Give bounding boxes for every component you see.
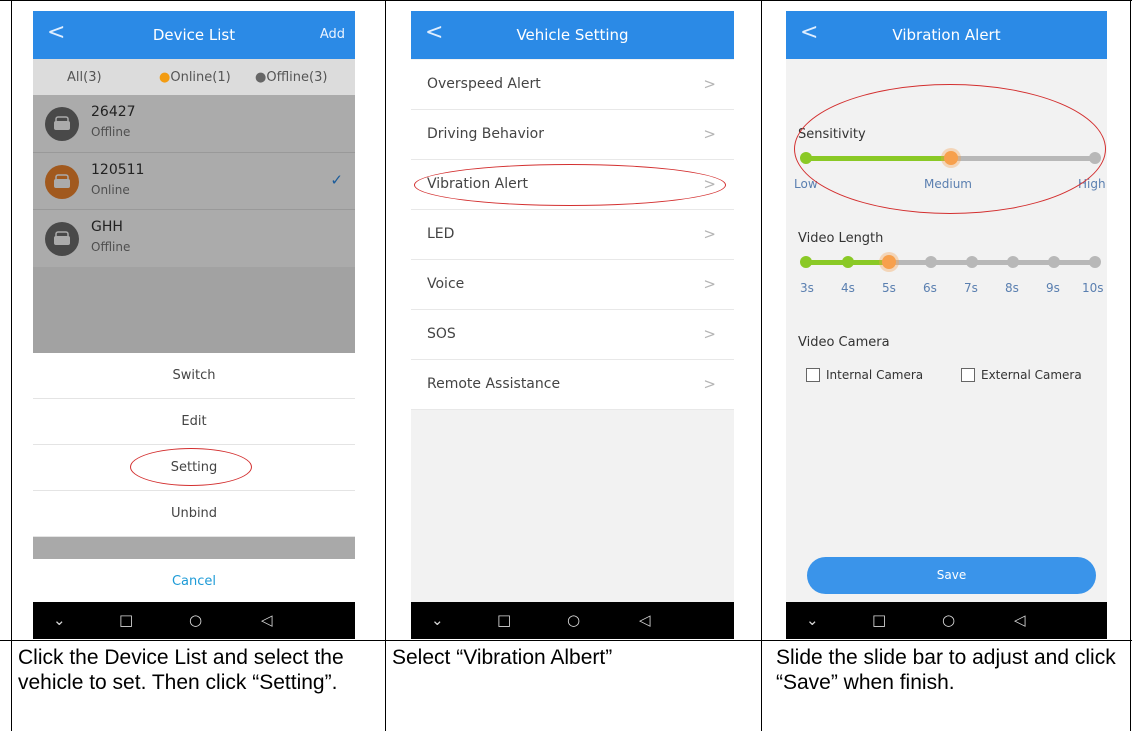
table-border [1130,0,1131,731]
table-border [0,640,1132,641]
tick-label: 6s [923,281,937,295]
page-title: Device List [152,26,236,44]
tick-label: 7s [964,281,978,295]
sheet-edit-button[interactable]: Edit [33,399,355,445]
setting-overspeed-alert[interactable]: Overspeed Alert > [411,60,734,110]
circle-icon[interactable]: ○ [567,611,580,629]
tab-all[interactable]: All(3) [67,70,102,85]
app-header: < Device List Add [33,11,355,59]
video-length-thumb[interactable] [882,255,896,269]
caption-step-2: Select “Vibration Albert” [392,646,613,669]
caption-step-3: Slide the slide bar to adjust and click … [776,646,1116,694]
page-title: Vibration Alert [892,26,1001,44]
tick-label: 10s [1082,281,1104,295]
chevron-down-icon[interactable]: ⌄ [53,611,66,629]
highlight-ellipse [794,84,1106,214]
chevron-right-icon: > [703,325,716,343]
setting-sos[interactable]: SOS > [411,310,734,360]
sheet-divider [33,537,355,559]
app-header: < Vehicle Setting [411,11,734,59]
page-title: Vehicle Setting [516,26,629,44]
save-button[interactable]: Save [807,557,1096,594]
square-icon[interactable]: □ [872,611,886,629]
circle-icon[interactable]: ○ [189,611,202,629]
tab-online[interactable]: ●Online(1) [159,70,231,85]
setting-driving-behavior[interactable]: Driving Behavior > [411,110,734,160]
square-icon[interactable]: □ [497,611,511,629]
slider-stop [966,256,978,268]
slider-stop [842,256,854,268]
android-nav-bar: ⌄ □ ○ ◁ [786,602,1107,639]
offline-dot-icon: ● [255,70,267,85]
caption-step-1: Click the Device List and select the veh… [18,646,344,694]
video-length-label: Video Length [798,231,884,246]
chevron-right-icon: > [703,375,716,393]
video-camera-label: Video Camera [798,335,890,350]
chevron-right-icon: > [703,225,716,243]
online-dot-icon: ● [159,70,171,85]
slider-stop [1089,256,1101,268]
checkbox-label: Internal Camera [826,368,924,382]
slider-stop [925,256,937,268]
chevron-right-icon: > [703,125,716,143]
tick-label: 5s [882,281,896,295]
slider-stop [1048,256,1060,268]
triangle-back-icon[interactable]: ◁ [261,611,273,629]
slider-stop [800,256,812,268]
tick-label: 4s [841,281,855,295]
dim-overlay [33,95,355,353]
internal-camera-checkbox[interactable] [806,368,820,382]
tick-label: 9s [1046,281,1060,295]
cancel-button[interactable]: Cancel [33,559,355,604]
circle-icon[interactable]: ○ [942,611,955,629]
android-nav-bar: ⌄ □ ○ ◁ [33,602,355,639]
triangle-back-icon[interactable]: ◁ [1014,611,1026,629]
chevron-right-icon: > [703,275,716,293]
phone-screen-vehicle-setting: < Vehicle Setting Overspeed Alert > Drivi… [411,11,734,639]
setting-led[interactable]: LED > [411,210,734,260]
android-nav-bar: ⌄ □ ○ ◁ [411,602,734,639]
status-tabs: All(3) ●Online(1) ●Offline(3) [33,59,355,95]
sheet-switch-button[interactable]: Switch [33,353,355,399]
checkbox-label: External Camera [981,368,1082,382]
phone-screen-vibration-alert: < Vibration Alert Sensitivity Low Medium… [786,11,1107,639]
table-border [385,0,386,731]
highlight-ellipse [414,164,726,206]
chevron-down-icon[interactable]: ⌄ [806,611,819,629]
tick-label: 3s [800,281,814,295]
setting-remote-assistance[interactable]: Remote Assistance > [411,360,734,410]
external-camera-checkbox[interactable] [961,368,975,382]
slider-stop [1007,256,1019,268]
highlight-ellipse [130,448,252,486]
table-border [761,0,762,731]
chevron-right-icon: > [703,75,716,93]
app-header: < Vibration Alert [786,11,1107,59]
tick-label: 8s [1005,281,1019,295]
tab-offline[interactable]: ●Offline(3) [255,70,327,85]
square-icon[interactable]: □ [119,611,133,629]
table-border [11,0,12,731]
sheet-unbind-button[interactable]: Unbind [33,491,355,537]
chevron-down-icon[interactable]: ⌄ [431,611,444,629]
setting-voice[interactable]: Voice > [411,260,734,310]
add-button[interactable]: Add [320,27,345,42]
phone-screen-device-list: < Device List Add All(3) ●Online(1) ●Off… [33,11,355,639]
triangle-back-icon[interactable]: ◁ [639,611,651,629]
table-border [0,0,1132,1]
